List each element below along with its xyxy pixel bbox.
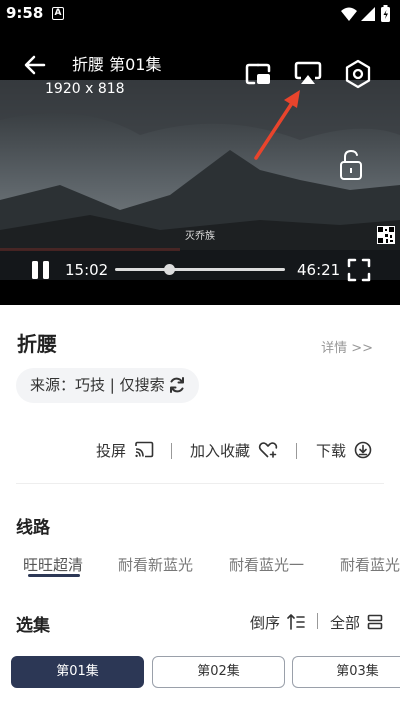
all-label: 全部	[330, 614, 361, 632]
cast-label: 投屏	[96, 442, 127, 460]
favorite-label: 加入收藏	[190, 442, 251, 460]
action-separator	[171, 443, 172, 459]
unlock-icon[interactable]	[337, 148, 365, 182]
action-separator	[296, 443, 297, 459]
sort-icon	[287, 614, 305, 630]
sort-label: 倒序	[250, 614, 281, 632]
cast-icon[interactable]	[293, 60, 323, 86]
all-episodes-button[interactable]: 全部	[330, 612, 383, 633]
video-resolution: 1920 x 818	[45, 81, 125, 97]
battery-icon	[381, 5, 390, 22]
annotation-arrow	[254, 90, 300, 160]
episode-button[interactable]: 第02集	[152, 656, 285, 688]
notification-icon: A	[52, 7, 64, 20]
player-title: 折腰 第01集	[72, 55, 162, 74]
status-time: 9:58	[6, 4, 44, 22]
qr-code-icon	[377, 226, 395, 244]
pause-icon[interactable]	[30, 260, 52, 280]
refresh-icon[interactable]	[168, 376, 186, 394]
line-tab[interactable]: 耐看新蓝光	[118, 554, 193, 575]
source-selector[interactable]: 来源：巧技 | 仅搜索	[16, 368, 199, 403]
line-tab[interactable]: 耐看蓝光	[340, 554, 400, 575]
total-time: 46:21	[297, 261, 341, 279]
episode-button[interactable]: 第03集	[292, 656, 400, 688]
progress-bar[interactable]	[115, 264, 285, 275]
sort-separator	[317, 613, 318, 629]
download-label: 下载	[316, 442, 347, 460]
line-tab[interactable]: 旺旺超清	[23, 554, 83, 575]
divider	[16, 483, 384, 484]
heart-plus-icon	[258, 442, 278, 458]
line-tab[interactable]: 耐看蓝光一	[229, 554, 304, 575]
settings-hexagon-icon[interactable]	[344, 59, 372, 89]
episodes-section-title: 选集	[16, 616, 50, 636]
back-arrow-icon[interactable]	[24, 55, 46, 75]
video-title: 折腰	[17, 332, 57, 356]
sort-order-button[interactable]: 倒序	[250, 612, 305, 633]
video-watermark: 灭乔族	[185, 231, 215, 242]
fullscreen-icon[interactable]	[347, 258, 371, 282]
pip-icon[interactable]	[244, 62, 272, 86]
status-icons	[341, 5, 390, 22]
wifi-icon	[341, 7, 357, 21]
signal-icon	[361, 7, 375, 21]
episode-button[interactable]: 第01集	[11, 656, 144, 688]
screen-cast-icon	[135, 441, 154, 458]
download-icon	[354, 441, 372, 459]
details-link[interactable]: 详情 >>	[321, 337, 373, 356]
current-time: 15:02	[65, 261, 109, 279]
active-line-indicator	[28, 574, 80, 577]
lines-section-title: 线路	[16, 518, 50, 538]
video-player[interactable]: 折腰 第01集 1920 x 818 灭乔族 15:02 46:21	[0, 30, 400, 305]
list-icon	[367, 614, 383, 630]
status-bar: 9:58 A	[0, 0, 400, 30]
source-label: 来源：巧技 | 仅搜索	[30, 376, 165, 394]
